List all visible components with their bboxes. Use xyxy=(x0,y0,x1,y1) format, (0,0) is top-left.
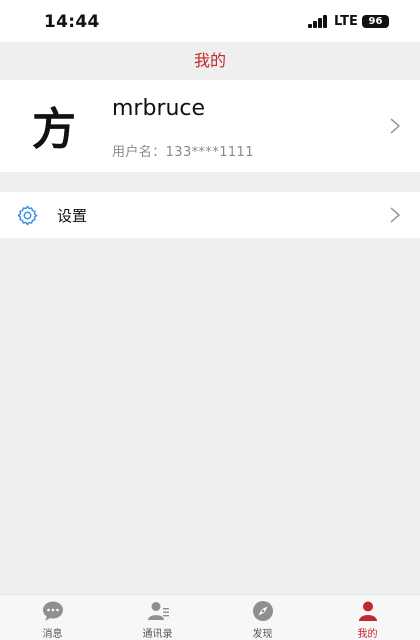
tab-label: 消息 xyxy=(42,629,63,640)
avatar: 方 xyxy=(32,104,76,155)
nav-header: 我的 xyxy=(0,42,420,80)
profile-name: mrbruce xyxy=(112,96,206,121)
settings-row[interactable]: 设置 xyxy=(0,192,420,238)
network-type: LTE xyxy=(334,14,358,29)
status-time: 14:44 xyxy=(44,12,100,32)
signal-strength-icon xyxy=(308,15,328,28)
tab-me[interactable]: 我的 xyxy=(315,595,420,640)
page-title: 我的 xyxy=(193,51,226,70)
person-icon xyxy=(359,601,377,621)
my-profile-screen: 14:44 LTE 96 我的 方 mrbruce 用户名：133****111… xyxy=(0,0,420,640)
chat-bubble-icon xyxy=(43,601,63,621)
status-bar: 14:44 LTE 96 xyxy=(0,0,420,42)
settings-label: 设置 xyxy=(57,207,88,225)
battery-indicator: 96 xyxy=(362,15,389,28)
compass-icon xyxy=(253,601,273,621)
profile-username: 用户名：133****1111 xyxy=(112,145,254,160)
tab-discover[interactable]: 发现 xyxy=(210,595,315,640)
tab-label: 发现 xyxy=(252,629,273,640)
tab-contacts[interactable]: 通讯录 xyxy=(105,595,210,640)
profile-card[interactable]: 方 mrbruce 用户名：133****1111 xyxy=(0,80,420,172)
chevron-right-icon xyxy=(390,207,400,223)
bottom-tab-bar: 消息 通讯录 发现 我的 xyxy=(0,594,420,640)
tab-label: 通讯录 xyxy=(142,629,173,640)
contacts-icon xyxy=(148,602,169,620)
tab-messages[interactable]: 消息 xyxy=(0,595,105,640)
gear-icon xyxy=(17,205,38,226)
chevron-right-icon xyxy=(390,118,400,134)
tab-label: 我的 xyxy=(357,629,378,640)
avatar-glyph: 方 xyxy=(32,104,76,155)
